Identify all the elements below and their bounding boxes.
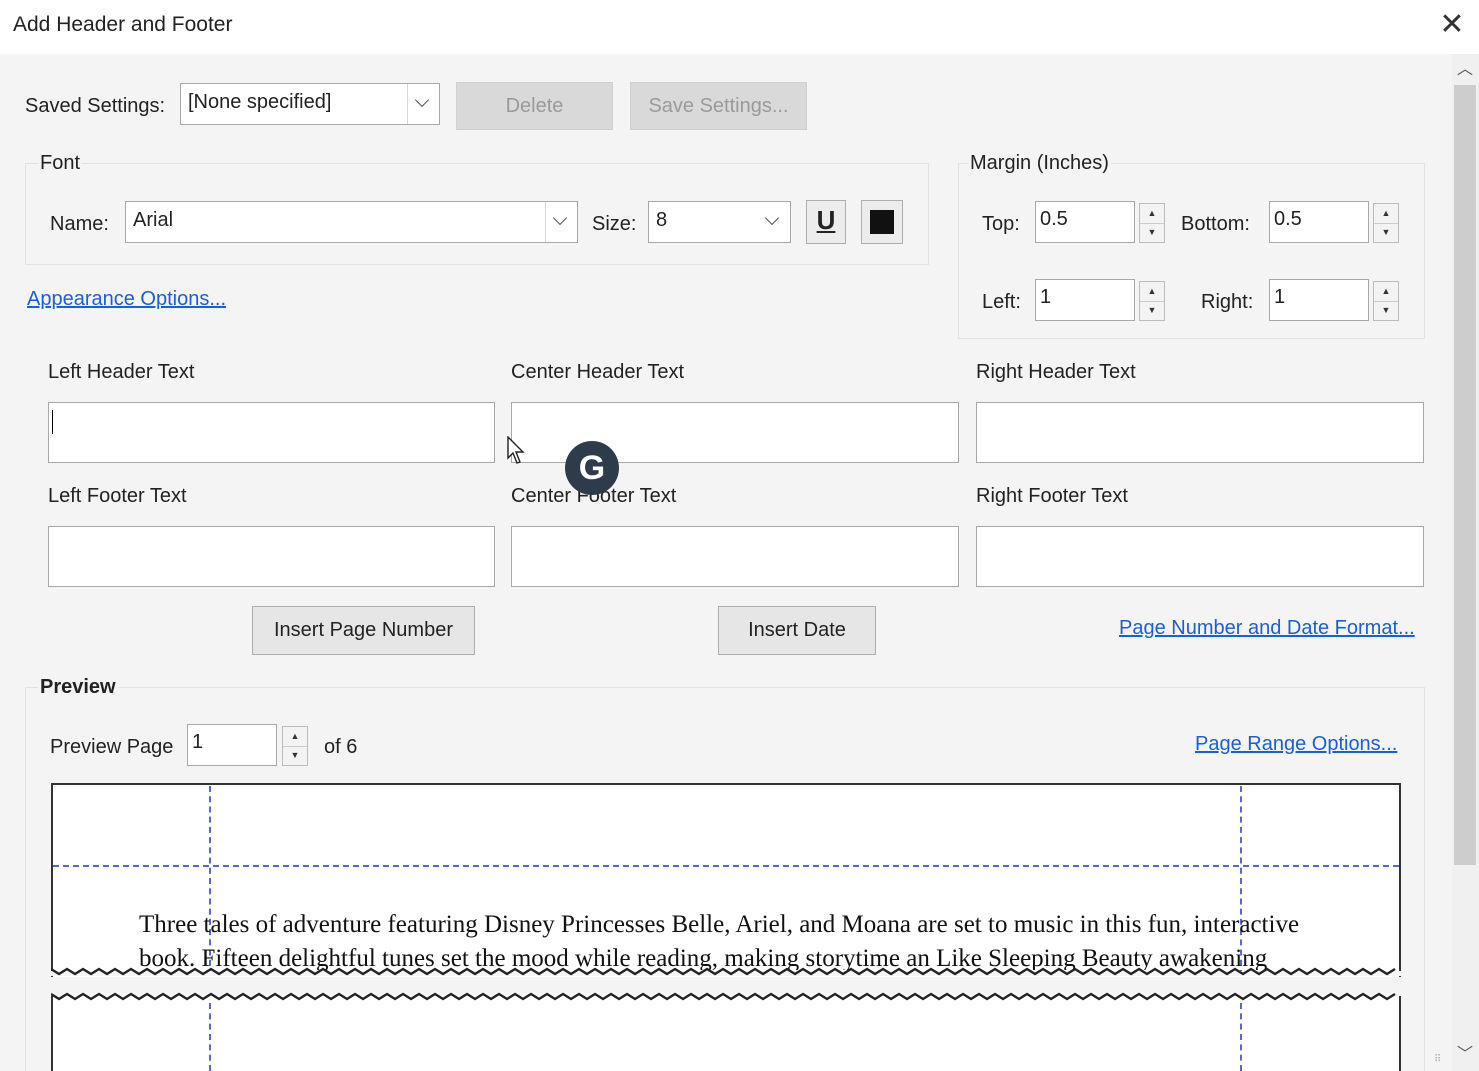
spin-up-icon[interactable]: ▲ (1140, 204, 1164, 224)
margin-left-label: Left: (982, 291, 1021, 313)
font-name-value: Arial (133, 209, 174, 231)
page-count-label: of 6 (324, 736, 358, 758)
close-icon[interactable]: ✕ (1436, 8, 1468, 42)
margin-bottom-label: Bottom: (1181, 213, 1250, 235)
margin-top-stepper[interactable]: ▲ ▼ (1139, 203, 1165, 243)
margin-left-stepper[interactable]: ▲ ▼ (1139, 281, 1165, 321)
scroll-up-icon[interactable]: ︿ (1454, 58, 1476, 82)
dialog-title: Add Header and Footer (13, 13, 233, 36)
margin-right-input[interactable]: 1 (1269, 279, 1369, 321)
font-name-dropdown[interactable]: Arial (125, 201, 578, 243)
margin-group-label: Margin (Inches) (968, 152, 1111, 175)
preview-page-next (51, 995, 1401, 1071)
right-header-label: Right Header Text (976, 361, 1136, 383)
font-size-value: 8 (656, 209, 668, 231)
grammarly-icon[interactable]: G (565, 441, 619, 495)
torn-edge-top (51, 992, 1401, 1001)
preview-page-value: 1 (192, 731, 204, 753)
font-color-button[interactable] (861, 200, 903, 244)
preview-group-label: Preview (38, 676, 118, 699)
left-footer-label: Left Footer Text (48, 485, 187, 507)
grammarly-glyph: G (578, 449, 606, 487)
saved-settings-value: [None specified] (188, 91, 332, 113)
center-footer-input[interactable] (511, 526, 959, 587)
spin-down-icon[interactable]: ▼ (283, 746, 307, 765)
insert-date-button[interactable]: Insert Date (718, 606, 876, 655)
scroll-down-icon[interactable]: ﹀ (1454, 1043, 1476, 1067)
delete-button[interactable]: Delete (456, 82, 613, 130)
spin-up-icon[interactable]: ▲ (1140, 282, 1164, 302)
appearance-options-link[interactable]: Appearance Options... (27, 288, 226, 311)
margin-right-value: 1 (1274, 286, 1286, 308)
underline-button[interactable]: U (806, 200, 846, 244)
right-margin-guide-next (1240, 1003, 1242, 1071)
saved-settings-dropdown[interactable]: [None specified] (180, 83, 440, 125)
font-size-label: Size: (592, 213, 637, 235)
right-footer-input[interactable] (976, 526, 1424, 587)
preview-page-label: Preview Page (50, 736, 174, 758)
preview-page-input[interactable]: 1 (187, 724, 277, 766)
text-caret (52, 410, 53, 434)
font-size-dropdown[interactable]: 8 (648, 201, 791, 243)
mouse-cursor-icon (507, 436, 525, 464)
right-footer-label: Right Footer Text (976, 485, 1128, 507)
scrollbar-thumb[interactable] (1454, 85, 1476, 865)
font-group-label: Font (38, 152, 83, 175)
torn-edge-bottom (51, 967, 1401, 976)
spin-up-icon[interactable]: ▲ (1374, 204, 1398, 224)
font-name-label: Name: (50, 213, 109, 235)
margin-left-input[interactable]: 1 (1035, 279, 1135, 321)
left-footer-input[interactable] (48, 526, 495, 587)
margin-bottom-input[interactable]: 0.5 (1269, 201, 1369, 243)
margin-right-label: Right: (1201, 291, 1254, 313)
chevron-down-icon (407, 84, 439, 124)
chevron-down-icon (545, 202, 577, 242)
saved-settings-label: Saved Settings: (25, 95, 166, 117)
preview-page-stepper[interactable]: ▲ ▼ (282, 726, 308, 766)
spin-down-icon[interactable]: ▼ (1140, 223, 1164, 242)
margin-top-value: 0.5 (1040, 208, 1068, 230)
spin-down-icon[interactable]: ▼ (1374, 223, 1398, 242)
save-settings-button[interactable]: Save Settings... (630, 82, 807, 130)
spin-up-icon[interactable]: ▲ (283, 727, 307, 747)
center-header-label: Center Header Text (511, 361, 685, 383)
right-header-input[interactable] (976, 402, 1424, 463)
left-header-input[interactable] (48, 402, 495, 463)
underline-icon: U (816, 205, 836, 235)
preview-text-line-1: Three tales of adventure featuring Disne… (139, 911, 1300, 938)
spin-down-icon[interactable]: ▼ (1374, 301, 1398, 320)
left-margin-guide-next (209, 1003, 211, 1071)
spin-up-icon[interactable]: ▲ (1374, 282, 1398, 302)
header-margin-guide (53, 865, 1399, 867)
chevron-down-icon (758, 202, 790, 242)
spin-down-icon[interactable]: ▼ (1140, 301, 1164, 320)
page-range-options-link[interactable]: Page Range Options... (1195, 733, 1397, 756)
margin-top-label: Top: (982, 213, 1020, 235)
page-number-date-format-link[interactable]: Page Number and Date Format... (1119, 617, 1415, 640)
margin-top-input[interactable]: 0.5 (1035, 201, 1135, 243)
resize-grip-icon[interactable]: ⠿ (1434, 1054, 1448, 1068)
insert-page-number-button[interactable]: Insert Page Number (252, 606, 475, 655)
left-header-label: Left Header Text (48, 361, 195, 383)
margin-left-value: 1 (1040, 286, 1052, 308)
margin-bottom-value: 0.5 (1274, 208, 1302, 230)
margin-right-stepper[interactable]: ▲ ▼ (1373, 281, 1399, 321)
margin-bottom-stepper[interactable]: ▲ ▼ (1373, 203, 1399, 243)
color-swatch-icon (870, 210, 894, 234)
